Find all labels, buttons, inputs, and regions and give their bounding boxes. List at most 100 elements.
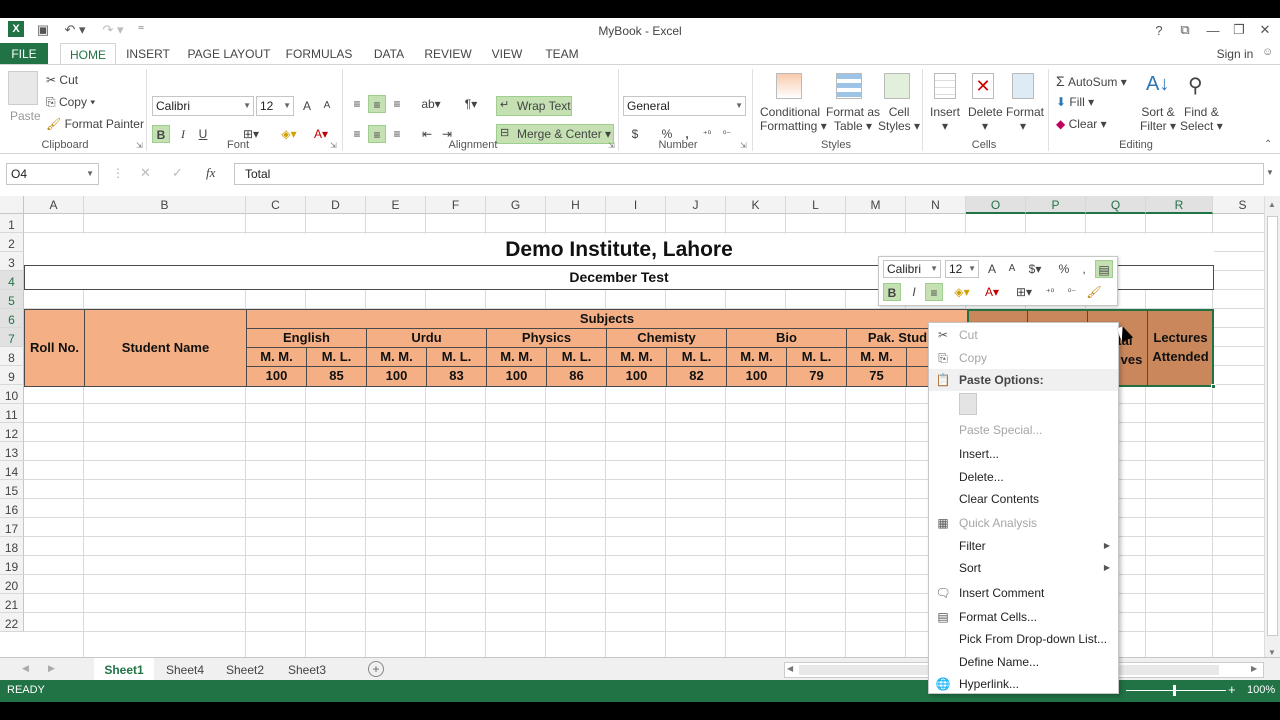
column-header-c[interactable]: C <box>246 196 306 214</box>
tab-file[interactable]: FILE <box>0 43 48 65</box>
menu-item-hyperlink[interactable]: 🌐 Hyperlink... <box>929 673 1118 695</box>
row-header-3[interactable]: 3 <box>0 252 24 271</box>
marks-limit-label[interactable]: M. L. <box>426 347 487 367</box>
align-left-icon[interactable]: ≡ <box>348 125 366 143</box>
font-launcher-icon[interactable]: ⇲ <box>330 141 337 150</box>
mini-bold-icon[interactable]: B <box>883 283 901 301</box>
column-header-p[interactable]: P <box>1026 196 1086 214</box>
max-marks-value[interactable]: 85 <box>306 366 367 387</box>
row-header-4[interactable]: 4 <box>0 271 24 290</box>
max-marks-label[interactable]: M. M. <box>246 347 307 367</box>
marks-limit-label[interactable]: M. L. <box>786 347 847 367</box>
format-button[interactable]: Format ▾ <box>1006 105 1044 133</box>
marks-limit-label[interactable]: M. L. <box>666 347 727 367</box>
formula-input[interactable]: Total <box>234 163 1264 185</box>
mini-merge-icon[interactable]: ▤ <box>1095 260 1113 278</box>
row-header-20[interactable]: 20 <box>0 575 24 594</box>
find-select-button[interactable]: Find & Select ▾ <box>1180 105 1223 133</box>
top-align-icon[interactable]: ≡ <box>348 95 366 113</box>
paste-option-icon[interactable] <box>959 393 977 415</box>
subject-header[interactable]: Chemisty <box>606 328 727 348</box>
tab-team[interactable]: TEAM <box>540 43 584 65</box>
italic-button[interactable]: I <box>174 125 192 143</box>
vertical-scrollbar[interactable]: ▲ ▼ <box>1264 196 1280 670</box>
marks-limit-label[interactable]: M. L. <box>306 347 367 367</box>
menu-item-define-name[interactable]: Define Name... <box>929 651 1118 673</box>
middle-align-icon[interactable]: ≡ <box>368 95 386 113</box>
sign-in-link[interactable]: Sign in <box>1212 43 1258 65</box>
fill-button[interactable]: ⬇ Fill ▾ <box>1056 95 1094 109</box>
grow-font-button[interactable]: A <box>298 97 316 115</box>
delete-cells-button[interactable]: Delete ▾ <box>968 105 1003 133</box>
marks-limit-label[interactable]: M. L. <box>546 347 607 367</box>
zoom-level[interactable]: 100% <box>1247 684 1275 696</box>
max-marks-value[interactable]: 82 <box>666 366 727 387</box>
max-marks-value[interactable]: 100 <box>246 366 307 387</box>
zoom-slider-thumb[interactable] <box>1173 685 1176 696</box>
menu-item-paste-special[interactable]: Paste Special... <box>929 419 1118 441</box>
column-header-m[interactable]: M <box>846 196 906 214</box>
scroll-left-icon[interactable]: ◀ <box>787 664 793 673</box>
rtl-icon[interactable]: ¶▾ <box>458 95 484 113</box>
bottom-align-icon[interactable]: ≡ <box>388 95 406 113</box>
max-marks-label[interactable]: M. M. <box>726 347 787 367</box>
subject-header[interactable]: Bio <box>726 328 847 348</box>
autosum-button[interactable]: Σ AutoSum ▾ <box>1056 73 1127 89</box>
menu-item-insert-comment[interactable]: 🗨 Insert Comment <box>929 582 1118 604</box>
insert-cells-button[interactable]: Insert ▾ <box>930 105 960 133</box>
sheet-tab-sheet1[interactable]: Sheet1 <box>94 658 154 682</box>
align-center-icon[interactable]: ≡ <box>368 125 386 143</box>
zoom-in-icon[interactable]: + <box>1228 682 1236 697</box>
mini-grow-font-icon[interactable]: A <box>983 260 1001 278</box>
scroll-thumb[interactable] <box>1267 216 1278 636</box>
column-header-s[interactable]: S <box>1213 196 1264 214</box>
column-header-i[interactable]: I <box>606 196 666 214</box>
row-header-7[interactable]: 7 <box>0 328 24 347</box>
account-icon[interactable]: ☺ <box>1262 46 1276 62</box>
row-header-6[interactable]: 6 <box>0 309 24 328</box>
column-header-d[interactable]: D <box>306 196 366 214</box>
restore-icon[interactable]: ❐ <box>1230 21 1248 39</box>
sheet-tab-sheet4[interactable]: Sheet4 <box>156 658 214 682</box>
mini-shrink-font-icon[interactable]: A <box>1003 260 1021 278</box>
tab-view[interactable]: VIEW <box>488 43 526 65</box>
zoom-slider[interactable] <box>1126 690 1226 691</box>
close-icon[interactable]: ✕ <box>1256 21 1274 39</box>
menu-item-delete[interactable]: Delete... <box>929 466 1118 488</box>
tab-insert[interactable]: INSERT <box>124 43 172 65</box>
fill-handle[interactable] <box>1211 384 1216 389</box>
max-marks-value[interactable]: 100 <box>606 366 667 387</box>
subject-header[interactable]: English <box>246 328 367 348</box>
max-marks-value[interactable]: 75 <box>846 366 907 387</box>
row-header-11[interactable]: 11 <box>0 404 24 423</box>
name-box[interactable]: O4 ▼ <box>6 163 99 185</box>
row-header-10[interactable]: 10 <box>0 385 24 404</box>
format-as-table-button[interactable]: Format as Table ▾ <box>826 105 880 133</box>
row-header-19[interactable]: 19 <box>0 556 24 575</box>
clear-button[interactable]: ◆ Clear ▾ <box>1056 117 1107 131</box>
max-marks-value[interactable]: 100 <box>486 366 547 387</box>
orientation-icon[interactable]: ab▾ <box>418 95 444 113</box>
scroll-up-icon[interactable]: ▲ <box>1268 200 1276 209</box>
ribbon-display-icon[interactable]: ⧉ <box>1176 21 1194 39</box>
sheet-tab-sheet3[interactable]: Sheet3 <box>276 658 338 682</box>
max-marks-label[interactable]: M. M. <box>366 347 427 367</box>
max-marks-value[interactable]: 100 <box>366 366 427 387</box>
number-format-combo[interactable]: General ▼ <box>623 96 746 116</box>
cancel-icon[interactable]: ✕ <box>140 165 151 181</box>
scroll-down-icon[interactable]: ▼ <box>1268 648 1276 657</box>
scroll-right-icon[interactable]: ▶ <box>1251 664 1257 673</box>
next-sheet-icon[interactable]: ▶ <box>48 663 55 674</box>
conditional-formatting-button[interactable]: Conditional Formatting ▾ <box>760 105 827 133</box>
mini-font-color-icon[interactable]: A▾ <box>979 283 1005 301</box>
column-header-l[interactable]: L <box>786 196 846 214</box>
number-launcher-icon[interactable]: ⇲ <box>740 141 747 150</box>
mini-format-painter-icon[interactable]: 🖌 <box>1085 283 1103 301</box>
enter-icon[interactable]: ✓ <box>172 165 183 181</box>
decrease-decimal-icon[interactable]: ⁰⁻ <box>718 125 736 143</box>
subject-header[interactable]: Physics <box>486 328 607 348</box>
menu-item-sort[interactable]: Sort ▶ <box>929 557 1118 579</box>
max-marks-value[interactable]: 100 <box>726 366 787 387</box>
row-header-15[interactable]: 15 <box>0 480 24 499</box>
expand-formula-icon[interactable]: ▼ <box>1266 168 1274 177</box>
